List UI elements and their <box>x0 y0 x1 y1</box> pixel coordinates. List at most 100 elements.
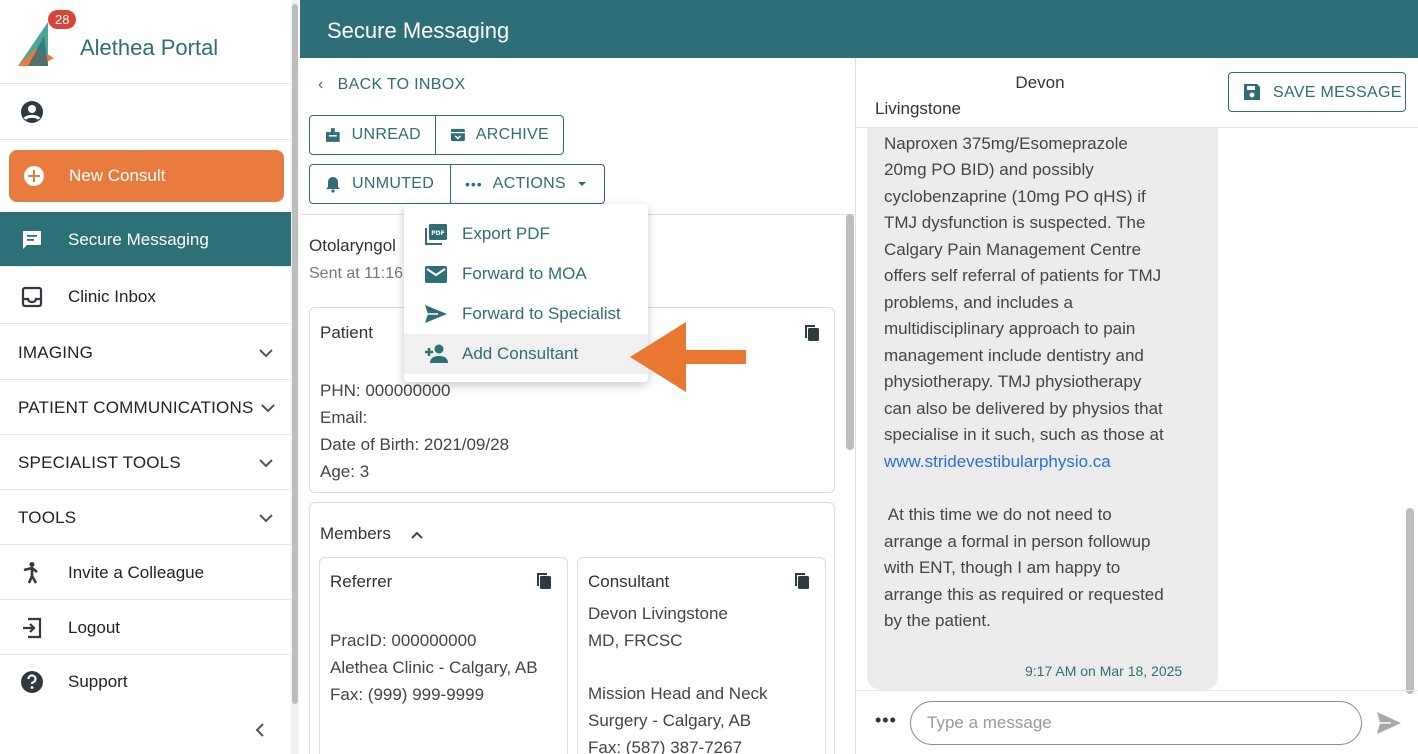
sidebar-section-imaging[interactable]: IMAGING <box>0 325 292 380</box>
back-to-inbox-link[interactable]: ‹ BACK TO INBOX <box>318 76 465 94</box>
sidebar-item-label: Logout <box>68 618 120 637</box>
actions-menu: PDF Export PDF Forward to MOA Forward to… <box>404 204 648 382</box>
chevron-down-icon <box>259 514 273 523</box>
person-add-icon <box>425 344 448 363</box>
person-walking-icon <box>23 562 38 584</box>
menu-item-add-consultant[interactable]: Add Consultant <box>404 334 648 374</box>
thread-specialty: Otolaryngol <box>309 236 396 255</box>
sidebar-item-clinic-inbox[interactable]: Clinic Inbox <box>0 269 292 324</box>
more-horizontal-icon: ••• <box>465 176 483 192</box>
profile-button[interactable] <box>0 84 292 140</box>
unmuted-label: UNMUTED <box>352 175 435 192</box>
section-label: SPECIALIST TOOLS <box>18 453 181 472</box>
message-panel: Devon Livingstone SAVE MESSAGE Naproxen … <box>857 58 1418 754</box>
message-line: 20mg PO BID) and possibly <box>884 160 1094 179</box>
page-header: Secure Messaging <box>300 0 1418 58</box>
sidebar-section-specialist-tools[interactable]: SPECIALIST TOOLS <box>0 435 292 490</box>
unmuted-button[interactable]: UNMUTED <box>310 165 450 203</box>
menu-item-label: Forward to Specialist <box>462 304 621 323</box>
unread-label: UNREAD <box>351 126 421 143</box>
message-line: specialise in it such, such as those at <box>884 425 1164 444</box>
message-line: with ENT, though I am happy to <box>884 558 1121 577</box>
copy-icon[interactable] <box>536 572 552 590</box>
referrer-title: Referrer <box>330 572 393 591</box>
send-icon[interactable] <box>1375 710 1403 736</box>
collapse-sidebar-icon[interactable] <box>250 718 270 742</box>
message-line: arrange a formal in person followup <box>884 532 1151 551</box>
consultant-name: Devon Livingstone <box>588 604 728 623</box>
copy-icon[interactable] <box>794 572 810 590</box>
message-line: problems, and includes a <box>884 293 1074 312</box>
referrer-pracid: PracID: 000000000 <box>330 631 477 650</box>
members-title: Members <box>320 524 391 543</box>
sidebar-item-logout[interactable]: Logout <box>0 600 292 655</box>
thread-details-panel: ‹ BACK TO INBOX UNREAD ARCHIVE UNMUTED •… <box>300 58 856 754</box>
copy-icon[interactable] <box>804 324 820 342</box>
logo-area: 28 Alethea Portal <box>0 0 292 84</box>
thread-sent-time: Sent at 11:16 <box>309 265 403 282</box>
page-title: Secure Messaging <box>327 18 510 43</box>
new-consult-button[interactable]: New Consult <box>9 150 284 202</box>
mail-icon <box>425 266 447 283</box>
divider <box>857 690 1418 691</box>
save-message-button[interactable]: SAVE MESSAGE <box>1228 72 1406 112</box>
sidebar-item-label: Invite a Colleague <box>68 563 205 582</box>
unread-button[interactable]: UNREAD <box>310 116 435 154</box>
message-icon <box>23 231 41 249</box>
message-line: offers self referral of patients for TMJ <box>884 266 1162 285</box>
section-label: PATIENT COMMUNICATIONS <box>18 398 254 417</box>
chevron-down-icon <box>259 349 273 358</box>
annotation-arrow-icon <box>630 322 746 392</box>
menu-item-forward-specialist[interactable]: Forward to Specialist <box>404 294 648 334</box>
message-scrollbar[interactable] <box>1406 508 1414 694</box>
patient-email: Email: <box>320 408 368 427</box>
section-label: IMAGING <box>18 343 94 362</box>
menu-item-export-pdf[interactable]: PDF Export PDF <box>404 214 648 254</box>
pdf-icon: PDF <box>425 224 447 245</box>
message-line: At this time we do not need to <box>884 505 1112 524</box>
sidebar-section-patient-communications[interactable]: PATIENT COMMUNICATIONS <box>0 380 292 435</box>
sidebar: 28 Alethea Portal New Consult Secure Mes… <box>0 0 292 754</box>
sidebar-item-support[interactable]: Support <box>0 654 292 709</box>
actions-dropdown-button[interactable]: ••• ACTIONS <box>450 165 604 203</box>
notification-badge: 28 <box>48 10 77 29</box>
save-icon <box>1244 84 1260 100</box>
chevron-down-icon <box>259 459 273 468</box>
chevron-up-icon[interactable] <box>410 529 424 541</box>
svg-text:PDF: PDF <box>431 230 444 237</box>
archive-label: ARCHIVE <box>475 126 549 143</box>
referrer-clinic: Alethea Clinic - Calgary, AB <box>330 658 538 677</box>
message-line: arrange this as required or requested <box>884 585 1164 604</box>
bell-icon <box>326 177 340 193</box>
sidebar-scrollbar[interactable] <box>292 4 298 704</box>
physio-link[interactable]: www.stridevestibularphysio.ca <box>884 452 1111 472</box>
sidebar-item-secure-messaging[interactable]: Secure Messaging <box>0 212 292 267</box>
message-timestamp: 9:17 AM on Mar 18, 2025 <box>1025 663 1183 679</box>
members-card: Members Referrer PracID: 000000000 Aleth… <box>309 502 835 754</box>
thread-scrollbar[interactable] <box>846 214 854 450</box>
archive-button[interactable]: ARCHIVE <box>435 116 563 154</box>
consultant-org-location: Surgery - Calgary, AB <box>588 711 752 730</box>
message-input[interactable] <box>910 701 1362 745</box>
sidebar-item-label: Clinic Inbox <box>68 287 156 306</box>
sidebar-item-label: Support <box>68 672 128 691</box>
message-line: by the patient. <box>884 611 991 630</box>
sidebar-section-tools[interactable]: TOOLS <box>0 490 292 545</box>
message-line: can also be delivered by physios that <box>884 399 1163 418</box>
menu-item-forward-moa[interactable]: Forward to MOA <box>404 254 648 294</box>
chevron-left-icon: ‹ <box>318 76 324 93</box>
message-line: multidisciplinary approach to pain <box>884 319 1136 338</box>
menu-item-label: Forward to MOA <box>462 264 587 283</box>
message-line: Calgary Pain Management Centre <box>884 240 1142 259</box>
consultant-org: Mission Head and Neck <box>588 684 768 703</box>
menu-item-label: Export PDF <box>462 224 550 243</box>
mark-unread-icon <box>325 128 340 142</box>
consultant-fax: Fax: (587) 387-7267 <box>588 738 743 754</box>
message-line: management include dentistry and <box>884 346 1144 365</box>
consultant-card: Consultant Devon Livingstone MD, FRCSC M… <box>577 557 826 754</box>
more-options-icon[interactable]: ••• <box>875 710 897 731</box>
archive-icon <box>450 128 465 142</box>
sidebar-item-label: Secure Messaging <box>68 230 209 249</box>
consultant-credentials: MD, FRCSC <box>588 631 683 650</box>
sidebar-item-invite-colleague[interactable]: Invite a Colleague <box>0 545 292 600</box>
